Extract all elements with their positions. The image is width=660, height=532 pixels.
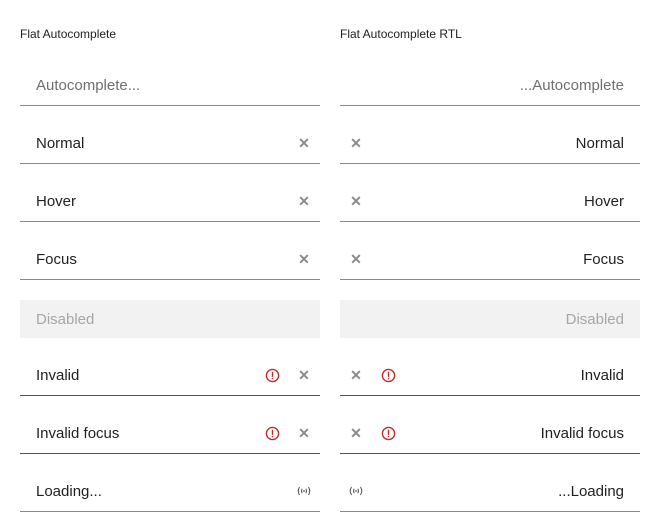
ltr-autocomplete-loading[interactable]: Loading...	[20, 470, 320, 512]
ltr-autocomplete-hover[interactable]: Hover ✕	[20, 180, 320, 222]
ltr-invalid-focus-value: Invalid focus	[36, 425, 120, 442]
close-icon[interactable]: ✕	[296, 367, 312, 383]
ltr-loading-value: Loading...	[36, 483, 102, 500]
rtl-autocomplete-empty[interactable]: ...Autocomplete	[340, 64, 640, 106]
rtl-normal-value: Normal	[575, 135, 624, 152]
rtl-autocomplete-disabled: Disabled	[340, 300, 640, 338]
rtl-invalid-focus-value: Invalid focus	[540, 425, 624, 442]
close-icon[interactable]: ✕	[296, 425, 312, 441]
ltr-autocomplete-normal[interactable]: Normal ✕	[20, 122, 320, 164]
rtl-focus-value: Focus	[583, 251, 624, 268]
close-icon[interactable]: ✕	[296, 193, 312, 209]
close-icon[interactable]: ✕	[348, 251, 364, 267]
ltr-invalid-value: Invalid	[36, 367, 80, 384]
loading-icon	[296, 483, 312, 499]
ltr-heading: Flat Autocomplete	[20, 27, 117, 41]
close-icon[interactable]: ✕	[348, 193, 364, 209]
rtl-disabled-value: Disabled	[565, 311, 624, 328]
close-icon[interactable]: ✕	[348, 135, 364, 151]
ltr-normal-value: Normal	[36, 135, 85, 152]
close-icon[interactable]: ✕	[296, 251, 312, 267]
ltr-autocomplete-disabled: Disabled	[20, 300, 320, 338]
rtl-heading: Flat Autocomplete RTL	[340, 27, 462, 41]
ltr-autocomplete-invalid[interactable]: Invalid ✕	[20, 354, 320, 396]
rtl-autocomplete-normal[interactable]: ✕ Normal	[340, 122, 640, 164]
ltr-autocomplete-empty[interactable]: Autocomplete...	[20, 64, 320, 106]
ltr-placeholder: Autocomplete...	[36, 77, 141, 94]
rtl-autocomplete-hover[interactable]: ✕ Hover	[340, 180, 640, 222]
close-icon[interactable]: ✕	[296, 135, 312, 151]
rtl-hover-value: Hover	[583, 193, 624, 210]
error-icon	[380, 367, 396, 383]
rtl-invalid-value: Invalid	[580, 367, 624, 384]
error-icon	[264, 367, 280, 383]
ltr-focus-value: Focus	[36, 251, 77, 268]
ltr-hover-value: Hover	[36, 193, 77, 210]
error-icon	[264, 425, 280, 441]
rtl-placeholder: ...Autocomplete	[519, 77, 624, 94]
ltr-autocomplete-invalid-focus[interactable]: Invalid focus ✕	[20, 412, 320, 454]
close-icon[interactable]: ✕	[348, 425, 364, 441]
rtl-autocomplete-focus[interactable]: ✕ Focus	[340, 238, 640, 280]
rtl-autocomplete-invalid-focus[interactable]: ✕ Invalid focus	[340, 412, 640, 454]
loading-icon	[348, 483, 364, 499]
ltr-autocomplete-focus[interactable]: Focus ✕	[20, 238, 320, 280]
rtl-autocomplete-invalid[interactable]: ✕ Invalid	[340, 354, 640, 396]
rtl-autocomplete-loading[interactable]: ...Loading	[340, 470, 640, 512]
ltr-disabled-value: Disabled	[36, 311, 95, 328]
close-icon[interactable]: ✕	[348, 367, 364, 383]
error-icon	[380, 425, 396, 441]
rtl-loading-value: ...Loading	[558, 483, 624, 500]
